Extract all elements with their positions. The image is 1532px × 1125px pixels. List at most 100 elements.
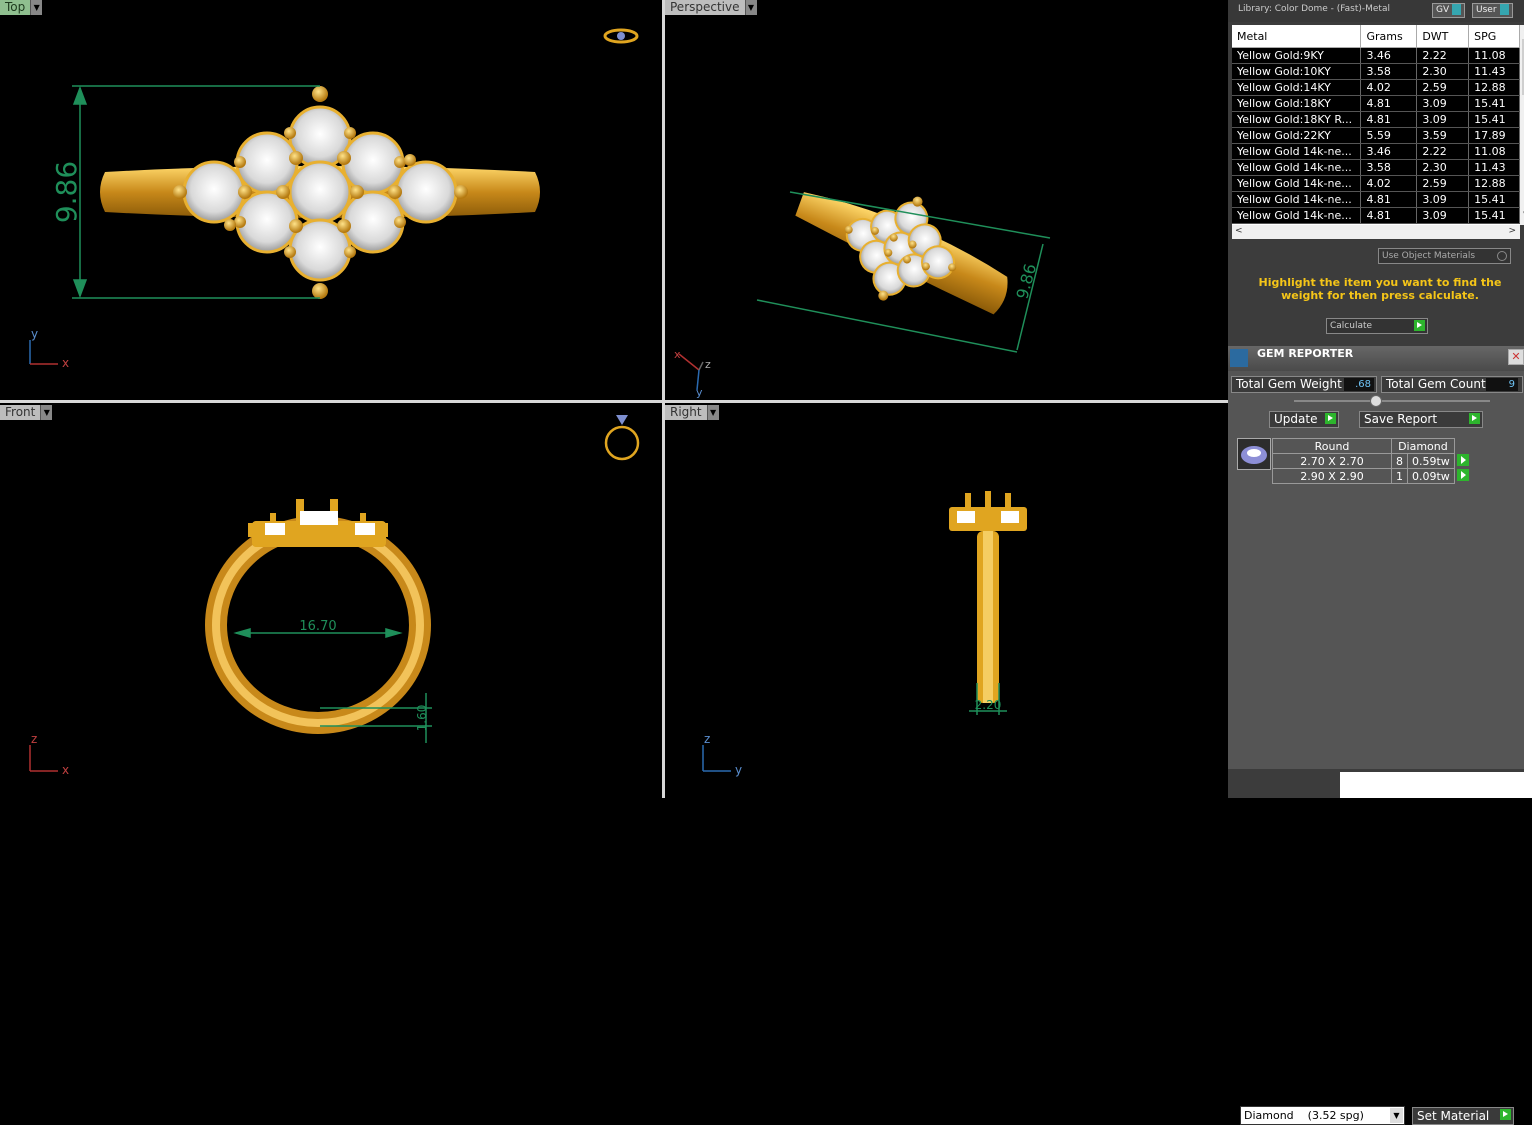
table-cell: Yellow Gold:9KY: [1232, 47, 1362, 64]
viewport-splitter-horizontal[interactable]: [0, 400, 1228, 403]
table-cell: 4.81: [1360, 111, 1418, 128]
axis-gizmo-icon: [678, 353, 704, 391]
top-dimension-label: 9.86: [50, 161, 83, 223]
play-icon: [1325, 413, 1336, 424]
metal-weight-table[interactable]: Metal Grams DWT SPG Yellow Gold:9KY 3.46 2.22…: [1232, 25, 1520, 225]
play-icon[interactable]: [1456, 453, 1469, 466]
table-cell: 2.30: [1416, 159, 1470, 176]
table-cell: Yellow Gold 14k-ne...: [1232, 175, 1362, 192]
play-icon: [1414, 320, 1425, 331]
gem-type-header: Diamond: [1391, 438, 1455, 454]
save-report-button[interactable]: Save Report: [1359, 411, 1483, 428]
gem-reporter-titlebar: GEM REPORTER ✕: [1228, 346, 1528, 371]
viewport-front[interactable]: Front ▼ 16.70 1.60 z x: [0, 403, 662, 798]
table-row[interactable]: Yellow Gold:18KY 4.81 3.09 15.41: [1232, 95, 1520, 112]
table-cell: 4.02: [1360, 79, 1418, 96]
total-gem-count-value: 9: [1486, 378, 1518, 391]
top-view-render: 9.86 y x: [29, 28, 639, 370]
table-row[interactable]: Yellow Gold:18KY R... 4.81 3.09 15.41: [1232, 111, 1520, 128]
axis-z-label: z: [705, 358, 711, 371]
metal-table-hscrollbar[interactable]: < >: [1232, 225, 1520, 239]
gem-size: 2.90 X 2.90: [1272, 468, 1392, 484]
table-cell: 4.81: [1360, 95, 1418, 112]
table-cell: 2.59: [1416, 79, 1470, 96]
gem-reporter-icon: [1230, 349, 1248, 367]
update-button[interactable]: Update: [1269, 411, 1339, 428]
table-cell: Yellow Gold:10KY: [1232, 63, 1362, 80]
set-material-button[interactable]: Set Material: [1412, 1107, 1514, 1125]
close-icon[interactable]: ✕: [1508, 349, 1524, 365]
table-cell: 2.22: [1416, 143, 1470, 160]
slider-track[interactable]: [1294, 400, 1490, 402]
table-cell: 17.89: [1468, 127, 1520, 144]
gem-row[interactable]: 2.90 X 2.90 1 0.09tw: [1272, 468, 1470, 484]
right-view-render: 2.20 z y: [702, 491, 1027, 777]
play-icon: [1469, 413, 1480, 424]
table-row[interactable]: Yellow Gold:22KY 5.59 3.59 17.89: [1232, 127, 1520, 144]
viewport-top[interactable]: Top ▼ 9.86 y x: [0, 0, 662, 400]
table-cell: 11.43: [1468, 63, 1520, 80]
material-select[interactable]: Diamond (3.52 spg) ▼: [1240, 1106, 1405, 1125]
table-cell: 15.41: [1468, 207, 1520, 224]
gem-reporter-body: Total Gem Weight .68 Total Gem Count 9 U…: [1228, 371, 1528, 1125]
play-icon[interactable]: [1457, 468, 1470, 481]
table-cell: 11.08: [1468, 143, 1520, 160]
table-cell: 15.41: [1468, 191, 1520, 208]
metal-table-header[interactable]: SPG: [1468, 25, 1520, 48]
table-cell: 15.41: [1468, 95, 1520, 112]
table-cell: 3.58: [1360, 63, 1418, 80]
total-gem-weight-value: .68: [1344, 378, 1374, 391]
table-cell: Yellow Gold 14k-ne...: [1232, 143, 1362, 160]
table-row[interactable]: Yellow Gold:9KY 3.46 2.22 11.08: [1232, 47, 1520, 64]
front-thickness-label: 1.60: [415, 705, 429, 732]
axis-z-label: z: [31, 732, 37, 746]
table-row[interactable]: Yellow Gold:10KY 3.58 2.30 11.43: [1232, 63, 1520, 80]
table-cell: 3.58: [1360, 159, 1418, 176]
chevron-right-icon: >: [1508, 226, 1516, 236]
instruction-text: Highlight the item you want to find the …: [1258, 276, 1502, 302]
slider-handle[interactable]: [1370, 395, 1382, 407]
table-cell: 3.46: [1360, 143, 1418, 160]
metal-table-header[interactable]: DWT: [1416, 25, 1470, 48]
table-row[interactable]: Yellow Gold 14k-ne... 3.58 2.30 11.43: [1232, 159, 1520, 176]
axis-x-label: x: [674, 348, 681, 361]
table-cell: 3.09: [1416, 191, 1470, 208]
metal-table-header[interactable]: Grams: [1360, 25, 1418, 48]
right-width-label: 2.20: [975, 698, 1002, 712]
gv-button[interactable]: GV: [1432, 3, 1466, 18]
table-cell: Yellow Gold 14k-ne...: [1232, 159, 1362, 176]
table-row[interactable]: Yellow Gold:14KY 4.02 2.59 12.88: [1232, 79, 1520, 96]
total-gem-count: Total Gem Count 9: [1381, 376, 1523, 393]
use-object-materials-toggle[interactable]: Use Object Materials: [1378, 248, 1511, 264]
table-cell: 3.09: [1416, 207, 1470, 224]
axis-gizmo-icon: [29, 745, 58, 772]
metal-table-header[interactable]: Metal: [1232, 25, 1362, 48]
table-row[interactable]: Yellow Gold 14k-ne... 4.81 3.09 15.41: [1232, 207, 1520, 224]
library-title: Library: Color Dome - (Fast)-Metal: [1238, 4, 1390, 14]
gem-weight: 0.09tw: [1407, 468, 1455, 484]
table-cell: 2.22: [1416, 47, 1470, 64]
viewport-perspective[interactable]: Perspective ▼ 9.86 x z y: [665, 0, 1228, 400]
table-cell: 3.09: [1416, 95, 1470, 112]
table-cell: 12.88: [1468, 175, 1520, 192]
gem-count: 1: [1391, 468, 1408, 484]
table-row[interactable]: Yellow Gold 14k-ne... 4.81 3.09 15.41: [1232, 191, 1520, 208]
gem-row[interactable]: 2.70 X 2.70 8 0.59tw: [1272, 453, 1470, 469]
gem-count: 8: [1391, 453, 1408, 469]
chevron-left-icon: <: [1235, 226, 1243, 236]
table-cell: 4.81: [1360, 207, 1418, 224]
table-row[interactable]: Yellow Gold 14k-ne... 4.02 2.59 12.88: [1232, 175, 1520, 192]
table-cell: 12.88: [1468, 79, 1520, 96]
ring-thumbnail-icon: [604, 415, 640, 461]
table-row[interactable]: Yellow Gold 14k-ne... 3.46 2.22 11.08: [1232, 143, 1520, 160]
user-button[interactable]: User: [1472, 3, 1513, 18]
table-cell: 11.08: [1468, 47, 1520, 64]
gem-reporter-title: GEM REPORTER: [1257, 347, 1354, 360]
round-diamond-icon: [1237, 438, 1271, 470]
background-window-edge: [1524, 0, 1532, 798]
axis-gizmo-icon: [702, 745, 731, 772]
gem-shape-header: Round: [1272, 438, 1392, 454]
calculate-button[interactable]: Calculate: [1326, 318, 1428, 334]
viewport-splitter-vertical[interactable]: [662, 0, 665, 798]
viewport-right[interactable]: Right ▼ 2.20 z y: [665, 403, 1228, 798]
